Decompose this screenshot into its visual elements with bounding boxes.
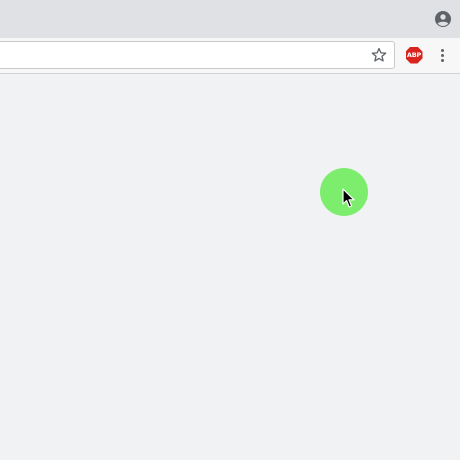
- account-circle-icon: [435, 11, 451, 27]
- browser-menu-button[interactable]: [433, 46, 451, 64]
- mouse-cursor-icon: [342, 188, 355, 208]
- address-input[interactable]: [0, 42, 371, 68]
- browser-toolbar: [0, 38, 460, 74]
- bookmark-star-button[interactable]: [370, 46, 388, 64]
- adblock-plus-icon: ABP: [405, 46, 423, 64]
- menu-dot: [440, 48, 444, 52]
- profile-button[interactable]: [434, 10, 452, 28]
- adblock-plus-button[interactable]: ABP: [405, 46, 423, 64]
- page-content-area[interactable]: [0, 74, 460, 460]
- browser-titlebar: [0, 0, 460, 38]
- star-outline-icon: [371, 47, 387, 62]
- address-bar[interactable]: [0, 41, 395, 69]
- menu-dot: [440, 58, 444, 62]
- abp-label: ABP: [406, 51, 422, 59]
- menu-dot: [440, 53, 444, 57]
